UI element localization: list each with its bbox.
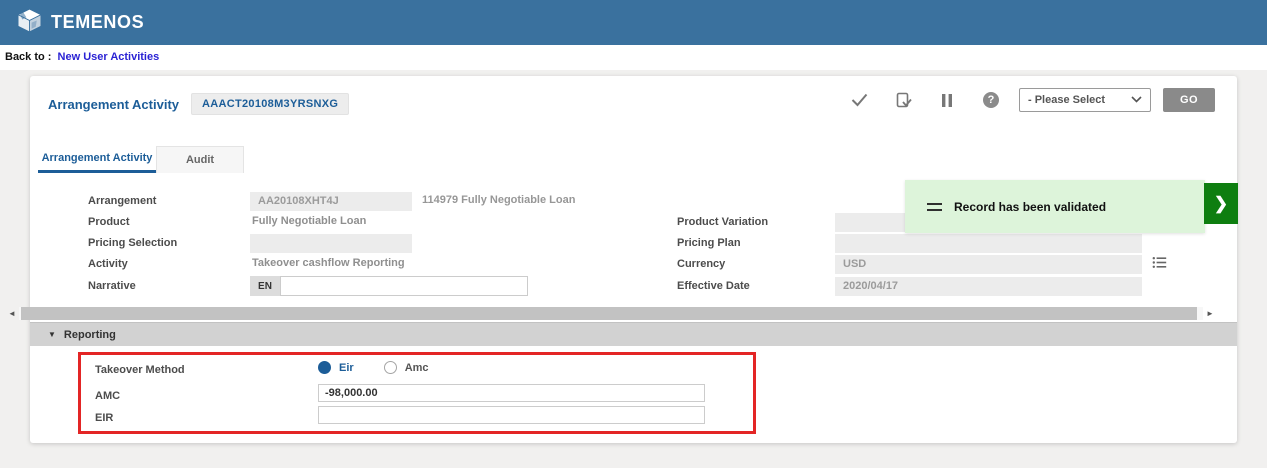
amc-input[interactable] — [318, 384, 705, 402]
takeover-method-radio-group: Eir Amc — [318, 361, 429, 374]
product-label: Product — [88, 216, 130, 228]
narrative-input[interactable] — [280, 276, 528, 296]
commit-check-icon[interactable] — [849, 90, 869, 110]
record-toolbar: ? - Please Select GO — [825, 88, 1215, 112]
record-id-badge: AAACT20108M3YRSNXG — [191, 93, 349, 115]
brand-name: TEMENOS — [51, 12, 144, 33]
action-select-dropdown[interactable]: - Please Select — [1019, 88, 1151, 112]
activity-value: Takeover cashflow Reporting — [252, 257, 405, 269]
amc-label: AMC — [95, 390, 120, 402]
radio-amc[interactable] — [384, 361, 397, 374]
section-collapse-caret-icon: ▼ — [48, 330, 56, 339]
tab-audit[interactable]: Audit — [156, 146, 244, 173]
arrangement-enrichment: 114979 Fully Negotiable Loan — [422, 194, 575, 206]
back-link-new-user-activities[interactable]: New User Activities — [58, 51, 160, 63]
back-to-label: Back to : — [5, 51, 51, 63]
narrative-language-badge: EN — [250, 276, 280, 296]
app-header: TEMENOS — [0, 0, 1267, 45]
help-icon[interactable]: ? — [981, 90, 1001, 110]
pricing-plan-field — [835, 234, 1142, 253]
validate-document-icon[interactable] — [893, 90, 913, 110]
reporting-section-header[interactable]: ▼ Reporting — [30, 322, 1237, 346]
action-select-value: - Please Select — [1028, 94, 1105, 106]
takeover-method-label: Takeover Method — [95, 364, 185, 376]
currency-lookup-list-icon[interactable] — [1152, 256, 1167, 274]
pricing-selection-label: Pricing Selection — [88, 237, 177, 249]
currency-label: Currency — [677, 258, 725, 270]
horizontal-scrollbar: ◄ ► — [5, 306, 1217, 320]
tab-bar: Arrangement Activity Audit — [38, 146, 244, 173]
product-value: Fully Negotiable Loan — [252, 215, 366, 227]
tab-arrangement-activity[interactable]: Arrangement Activity — [38, 146, 156, 173]
effective-date-label: Effective Date — [677, 280, 750, 292]
reporting-section-title: Reporting — [64, 329, 116, 341]
page-title: Arrangement Activity — [48, 97, 179, 112]
pricing-selection-field — [250, 234, 412, 253]
activity-label: Activity — [88, 258, 128, 270]
go-button[interactable]: GO — [1163, 88, 1215, 112]
next-record-button[interactable]: ❯ — [1204, 183, 1238, 224]
radio-eir[interactable] — [318, 361, 331, 374]
validation-toast: Record has been validated — [905, 180, 1205, 233]
eir-input[interactable] — [318, 406, 705, 424]
pricing-plan-label: Pricing Plan — [677, 237, 741, 249]
arrangement-activity-panel: Arrangement Activity AAACT20108M3YRSNXG … — [30, 76, 1237, 443]
scroll-left-arrow-icon[interactable]: ◄ — [5, 309, 19, 318]
hold-pause-icon[interactable] — [937, 90, 957, 110]
toast-message: Record has been validated — [954, 200, 1106, 214]
effective-date-field: 2020/04/17 — [835, 277, 1142, 296]
chevron-down-icon — [1131, 94, 1142, 106]
arrangement-field: AA20108XHT4J — [250, 192, 412, 211]
eir-label: EIR — [95, 412, 113, 424]
toast-message-icon — [927, 203, 942, 211]
breadcrumb: Back to : New User Activities — [5, 51, 159, 63]
temenos-cube-icon — [16, 8, 43, 38]
currency-field: USD — [835, 255, 1142, 274]
radio-amc-label: Amc — [405, 362, 429, 374]
scroll-right-arrow-icon[interactable]: ► — [1203, 309, 1217, 318]
narrative-label: Narrative — [88, 280, 136, 292]
scrollbar-track[interactable] — [19, 307, 1203, 320]
arrangement-label: Arrangement — [88, 195, 156, 207]
radio-eir-label: Eir — [339, 362, 354, 374]
temenos-logo: TEMENOS — [16, 8, 144, 38]
scrollbar-thumb[interactable] — [21, 307, 1197, 320]
record-title-row: Arrangement Activity AAACT20108M3YRSNXG — [48, 93, 349, 115]
product-variation-label: Product Variation — [677, 216, 768, 228]
